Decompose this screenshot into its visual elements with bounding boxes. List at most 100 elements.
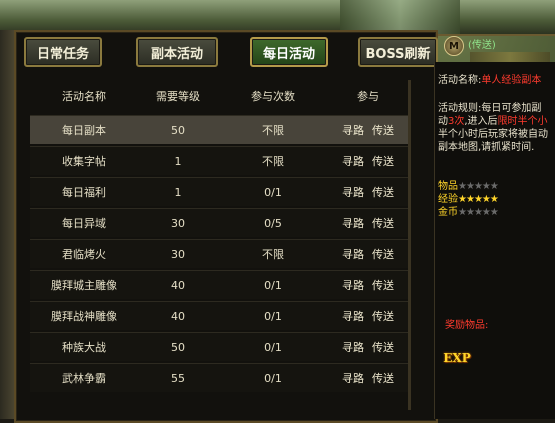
table-row[interactable]: 每日副本 50 不限 寻路 传送 bbox=[30, 115, 408, 144]
table-divider bbox=[408, 80, 411, 410]
star-empty-icon: ★ bbox=[465, 207, 475, 218]
participate-cell: 寻路 传送 bbox=[328, 209, 408, 237]
participate-cell: 寻路 传送 bbox=[328, 364, 408, 392]
activity-name-cell: 每日异域 bbox=[62, 217, 106, 230]
info-rule-line3: 半个小时后玩家将被自动 bbox=[438, 129, 548, 140]
reward-items-rating: 物品★★★★★ bbox=[438, 180, 499, 193]
star-empty-icon: ★ bbox=[473, 207, 483, 218]
pathfind-link[interactable]: 寻路 bbox=[342, 246, 364, 262]
teleport-link[interactable]: 传送 bbox=[372, 246, 394, 262]
level-cell: 30 bbox=[171, 216, 185, 230]
participate-cell: 寻路 传送 bbox=[328, 271, 408, 299]
star-filled-icon: ★ bbox=[489, 194, 499, 205]
star-empty-icon: ★ bbox=[481, 181, 491, 192]
reward-gold-rating: 金币★★★★★ bbox=[438, 206, 499, 219]
map-m-icon[interactable]: M bbox=[444, 36, 464, 56]
top-ornament bbox=[340, 0, 460, 34]
exp-reward-icon[interactable]: EXP bbox=[442, 349, 472, 367]
table-row[interactable]: 膜拜战神雕像 40 0/1 寻路 传送 bbox=[30, 301, 408, 330]
star-empty-icon: ★ bbox=[465, 181, 475, 192]
header-required-level: 需要等级 bbox=[156, 90, 200, 103]
count-cell: 0/1 bbox=[264, 278, 282, 292]
star-filled-icon: ★ bbox=[481, 194, 491, 205]
participate-cell: 寻路 传送 bbox=[328, 147, 408, 175]
header-participation-count: 参与次数 bbox=[251, 90, 295, 103]
items-label: 物品 bbox=[438, 181, 458, 192]
star-empty-icon: ★ bbox=[458, 181, 467, 192]
info-name-label: 活动名称: bbox=[438, 75, 482, 86]
count-cell: 0/5 bbox=[264, 216, 282, 230]
star-empty-icon: ★ bbox=[481, 207, 491, 218]
teleport-link[interactable]: 传送 bbox=[372, 308, 394, 324]
exp-label: 经验 bbox=[438, 194, 458, 205]
pathfind-link[interactable]: 寻路 bbox=[342, 184, 364, 200]
level-cell: 40 bbox=[171, 309, 185, 323]
info-rule-text1: 每日可参加副 bbox=[481, 103, 542, 114]
count-cell: 0/1 bbox=[264, 371, 282, 385]
count-cell: 0/1 bbox=[264, 309, 282, 323]
pathfind-link[interactable]: 寻路 bbox=[342, 215, 364, 231]
count-cell: 不限 bbox=[262, 155, 284, 168]
pathfind-link[interactable]: 寻路 bbox=[342, 308, 364, 324]
level-cell: 55 bbox=[171, 371, 185, 385]
count-cell: 不限 bbox=[262, 248, 284, 261]
level-cell: 40 bbox=[171, 278, 185, 292]
info-name-value: 单人经验副本 bbox=[481, 75, 542, 86]
teleport-link[interactable]: 传送 bbox=[372, 370, 394, 386]
table-row[interactable]: 膜拜城主雕像 40 0/1 寻路 传送 bbox=[30, 270, 408, 299]
table-header: 活动名称 需要等级 参与次数 参与 bbox=[30, 80, 408, 112]
tab-daily-activity[interactable]: 每日活动 bbox=[250, 37, 328, 67]
table-row[interactable]: 武林争霸 55 0/1 寻路 传送 bbox=[30, 363, 408, 392]
star-filled-icon: ★ bbox=[465, 194, 475, 205]
count-cell: 不限 bbox=[262, 124, 284, 137]
activity-name-cell: 膜拜城主雕像 bbox=[51, 279, 117, 292]
star-empty-icon: ★ bbox=[489, 181, 499, 192]
gold-stars: ★★★★★ bbox=[458, 207, 499, 218]
table-row[interactable]: 君临烤火 30 不限 寻路 传送 bbox=[30, 239, 408, 268]
exp-stars: ★★★★★ bbox=[458, 194, 499, 205]
pathfind-link[interactable]: 寻路 bbox=[342, 370, 364, 386]
activity-name-cell: 收集字帖 bbox=[62, 155, 106, 168]
pathfind-link[interactable]: 寻路 bbox=[342, 153, 364, 169]
info-rule-text2c: ,进入后 bbox=[464, 116, 498, 127]
teleport-link[interactable]: 传送 bbox=[372, 122, 394, 138]
header-ornament bbox=[470, 52, 550, 62]
star-empty-icon: ★ bbox=[473, 181, 483, 192]
info-rule-label: 活动规则: bbox=[438, 103, 482, 114]
table-row[interactable]: 每日福利 1 0/1 寻路 传送 bbox=[30, 177, 408, 206]
teleport-link[interactable]: 传送 bbox=[372, 339, 394, 355]
tab-dungeon-activity[interactable]: 副本活动 bbox=[136, 37, 218, 67]
teleport-link[interactable]: (传送) bbox=[468, 36, 496, 51]
items-stars: ★★★★★ bbox=[458, 181, 499, 192]
header-activity-name: 活动名称 bbox=[62, 90, 106, 103]
count-cell: 0/1 bbox=[264, 185, 282, 199]
activity-name-cell: 膜拜战神雕像 bbox=[51, 310, 117, 323]
pathfind-link[interactable]: 寻路 bbox=[342, 277, 364, 293]
pathfind-link[interactable]: 寻路 bbox=[342, 339, 364, 355]
pathfind-link[interactable]: 寻路 bbox=[342, 122, 364, 138]
participate-cell: 寻路 传送 bbox=[328, 178, 408, 206]
table-row[interactable]: 每日异域 30 0/5 寻路 传送 bbox=[30, 208, 408, 237]
reward-exp-rating: 经验★★★★★ bbox=[438, 193, 499, 206]
gold-label: 金币 bbox=[438, 207, 458, 218]
table-row[interactable]: 种族大战 50 0/1 寻路 传送 bbox=[30, 332, 408, 361]
teleport-link[interactable]: 传送 bbox=[372, 277, 394, 293]
info-name-line: 活动名称:单人经验副本 bbox=[438, 74, 541, 87]
teleport-link[interactable]: 传送 bbox=[372, 215, 394, 231]
activity-name-cell: 种族大战 bbox=[62, 341, 106, 354]
info-rule-line4: 副本地图,请抓紧时间. bbox=[438, 142, 535, 153]
info-rule-line2: 动3次,进入后限时半个小 bbox=[438, 115, 548, 128]
tab-daily-quest[interactable]: 日常任务 bbox=[24, 37, 102, 67]
table-row[interactable]: 收集字帖 1 不限 寻路 传送 bbox=[30, 146, 408, 175]
participate-cell: 寻路 传送 bbox=[328, 240, 408, 268]
participate-cell: 寻路 传送 bbox=[328, 333, 408, 361]
star-empty-icon: ★ bbox=[489, 207, 499, 218]
count-cell: 0/1 bbox=[264, 340, 282, 354]
teleport-link[interactable]: 传送 bbox=[372, 153, 394, 169]
teleport-link[interactable]: 传送 bbox=[372, 184, 394, 200]
level-cell: 1 bbox=[174, 154, 182, 168]
tab-boss-refresh[interactable]: BOSS刷新 bbox=[358, 37, 438, 67]
level-cell: 1 bbox=[174, 185, 182, 199]
activity-name-cell: 君临烤火 bbox=[62, 248, 106, 261]
level-cell: 50 bbox=[171, 340, 185, 354]
